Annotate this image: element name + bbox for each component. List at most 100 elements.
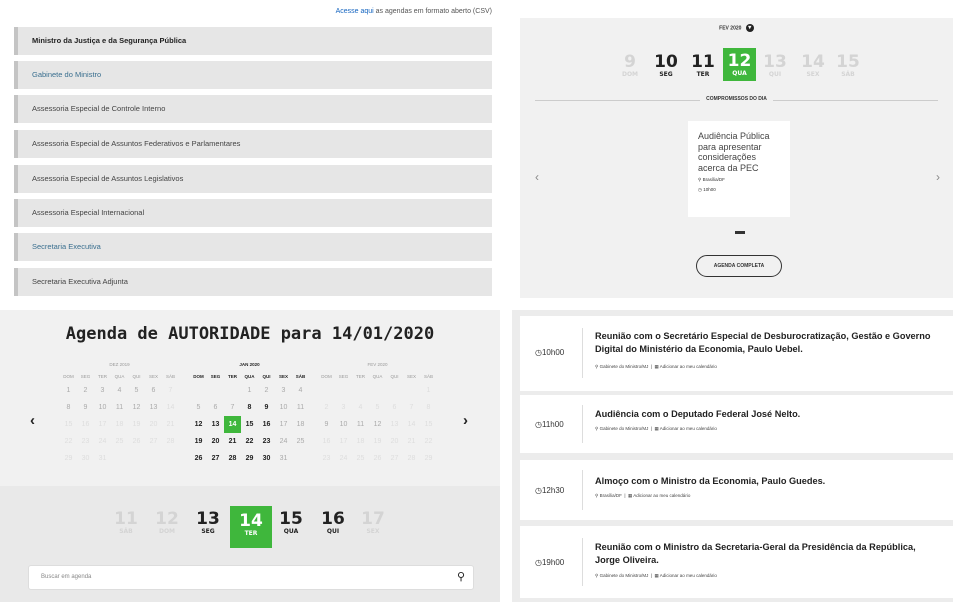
calendar-day[interactable]: 4 (292, 382, 309, 399)
calendar-day[interactable]: 23 (258, 433, 275, 450)
full-agenda-button[interactable]: AGENDA COMPLETA (696, 255, 782, 277)
calendar-day[interactable]: 15 (60, 416, 77, 433)
calendar-day[interactable]: 13 (207, 416, 224, 433)
calendar-day[interactable]: 1 (60, 382, 77, 399)
calendar-day[interactable]: 24 (335, 450, 352, 467)
event-item[interactable]: ◷12h30 Almoço com o Ministro da Economia… (520, 460, 953, 520)
calendar-day[interactable]: 7 (224, 399, 241, 416)
calendar-day[interactable]: 18 (352, 433, 369, 450)
add-to-calendar-link[interactable]: Adicionar ao meu calendário (660, 573, 717, 578)
calendar-day[interactable]: 13 (145, 399, 162, 416)
calendar-day[interactable]: 28 (403, 450, 420, 467)
calendar-day[interactable]: 25 (111, 433, 128, 450)
calendar-day[interactable]: 6 (145, 382, 162, 399)
calendar-day[interactable]: 15 (420, 416, 437, 433)
calendar-day[interactable]: 7 (162, 382, 179, 399)
calendar-day[interactable]: 11 (292, 399, 309, 416)
org-item[interactable]: Assessoria Especial de Assuntos Federati… (14, 130, 492, 158)
calendar-day[interactable]: 22 (60, 433, 77, 450)
calendar-day[interactable]: 16 (77, 416, 94, 433)
calendar-day[interactable]: 18 (111, 416, 128, 433)
strip-day[interactable]: 11 SÁB (113, 510, 139, 536)
strip-day[interactable]: 17 SEX (360, 510, 386, 536)
calendar-day[interactable]: 23 (77, 433, 94, 450)
calendar-day[interactable]: 2 (258, 382, 275, 399)
calendar-day[interactable]: 15 (241, 416, 258, 433)
calendar-day[interactable]: 21 (403, 433, 420, 450)
calendar-day[interactable]: 8 (241, 399, 258, 416)
chevron-left-icon[interactable]: ‹ (535, 170, 539, 184)
calendar-day[interactable]: 27 (145, 433, 162, 450)
calendar-day[interactable]: 2 (318, 399, 335, 416)
calendar-day[interactable]: 5 (369, 399, 386, 416)
calendar-day[interactable]: 20 (386, 433, 403, 450)
calendar-day[interactable]: 11 (352, 416, 369, 433)
calendar-day[interactable]: 11 (111, 399, 128, 416)
calendar-day[interactable]: 14 (162, 399, 179, 416)
calendar-day[interactable]: 1 (241, 382, 258, 399)
strip-day[interactable]: 16 QUI (320, 510, 346, 536)
add-to-calendar-link[interactable]: Adicionar ao meu calendário (660, 426, 717, 431)
calendar-day[interactable]: 3 (335, 399, 352, 416)
calendar-day[interactable]: 25 (292, 433, 309, 450)
calendar-day[interactable]: 14 (403, 416, 420, 433)
calendar-day[interactable]: 17 (335, 433, 352, 450)
calendar-day[interactable]: 24 (275, 433, 292, 450)
org-item[interactable]: Assessoria Especial Internacional (14, 199, 492, 227)
calendar-day[interactable]: 23 (318, 450, 335, 467)
calendar-day[interactable]: 12 (190, 416, 207, 433)
event-item[interactable]: ◷11h00 Audiência com o Deputado Federal … (520, 395, 953, 453)
calendar-day[interactable]: 25 (352, 450, 369, 467)
strip-day[interactable]: 12 DOM (154, 510, 180, 536)
slider-day[interactable]: 13 QUI (763, 53, 787, 79)
org-item[interactable]: Ministro da Justiça e da Segurança Públi… (14, 27, 492, 55)
add-to-calendar-link[interactable]: Adicionar ao meu calendário (660, 364, 717, 369)
slider-day-selected[interactable]: 12 QUA (723, 48, 756, 81)
calendar-day[interactable]: 5 (190, 399, 207, 416)
calendar-day[interactable]: 14 (224, 416, 241, 433)
org-item[interactable]: Assessoria Especial de Assuntos Legislat… (14, 165, 492, 193)
calendar-day[interactable]: 9 (258, 399, 275, 416)
calendar-day[interactable]: 8 (420, 399, 437, 416)
search-icon[interactable]: ⚲ (457, 566, 465, 589)
org-item[interactable]: Secretaria Executiva (14, 233, 492, 261)
calendar-day[interactable]: 20 (207, 433, 224, 450)
calendar-day[interactable]: 27 (386, 450, 403, 467)
open-data-link[interactable]: Acesse aqui (336, 8, 374, 15)
calendar-day[interactable]: 3 (275, 382, 292, 399)
calendar-day[interactable]: 26 (190, 450, 207, 467)
org-item[interactable]: Secretaria Executiva Adjunta (14, 268, 492, 296)
strip-day[interactable]: 15 QUA (278, 510, 304, 536)
search-input[interactable]: Buscar em agenda ⚲ (28, 565, 474, 590)
calendar-day[interactable]: 4 (111, 382, 128, 399)
calendar-day[interactable]: 31 (94, 450, 111, 467)
calendar-day[interactable]: 28 (162, 433, 179, 450)
calendar-day[interactable]: 6 (386, 399, 403, 416)
calendar-day[interactable]: 24 (94, 433, 111, 450)
calendar-day[interactable]: 16 (258, 416, 275, 433)
calendar-day[interactable]: 7 (403, 399, 420, 416)
calendar-day[interactable]: 20 (145, 416, 162, 433)
calendar-day[interactable]: 30 (258, 450, 275, 467)
slider-day[interactable]: 15 SÁB (836, 53, 860, 79)
calendar-day[interactable]: 6 (207, 399, 224, 416)
calendar-day[interactable]: 8 (60, 399, 77, 416)
slider-day[interactable]: 9 DOM (620, 53, 640, 79)
slider-day[interactable]: 14 SEX (801, 53, 825, 79)
calendar-day[interactable]: 17 (94, 416, 111, 433)
chevron-down-icon[interactable]: ▾ (745, 24, 754, 32)
calendar-day[interactable]: 10 (94, 399, 111, 416)
calendar-day[interactable]: 29 (60, 450, 77, 467)
calendar-day[interactable]: 30 (77, 450, 94, 467)
calendar-day[interactable]: 16 (318, 433, 335, 450)
strip-day[interactable]: 13 SEG (195, 510, 221, 536)
calendar-day[interactable]: 27 (207, 450, 224, 467)
calendar-day[interactable]: 5 (128, 382, 145, 399)
calendar-day[interactable]: 2 (77, 382, 94, 399)
calendar-day[interactable]: 9 (77, 399, 94, 416)
calendar-day[interactable]: 19 (369, 433, 386, 450)
calendar-day[interactable]: 29 (241, 450, 258, 467)
calendar-day[interactable]: 17 (275, 416, 292, 433)
strip-day-selected[interactable]: 14 TER (230, 506, 272, 548)
calendar-day[interactable]: 9 (318, 416, 335, 433)
